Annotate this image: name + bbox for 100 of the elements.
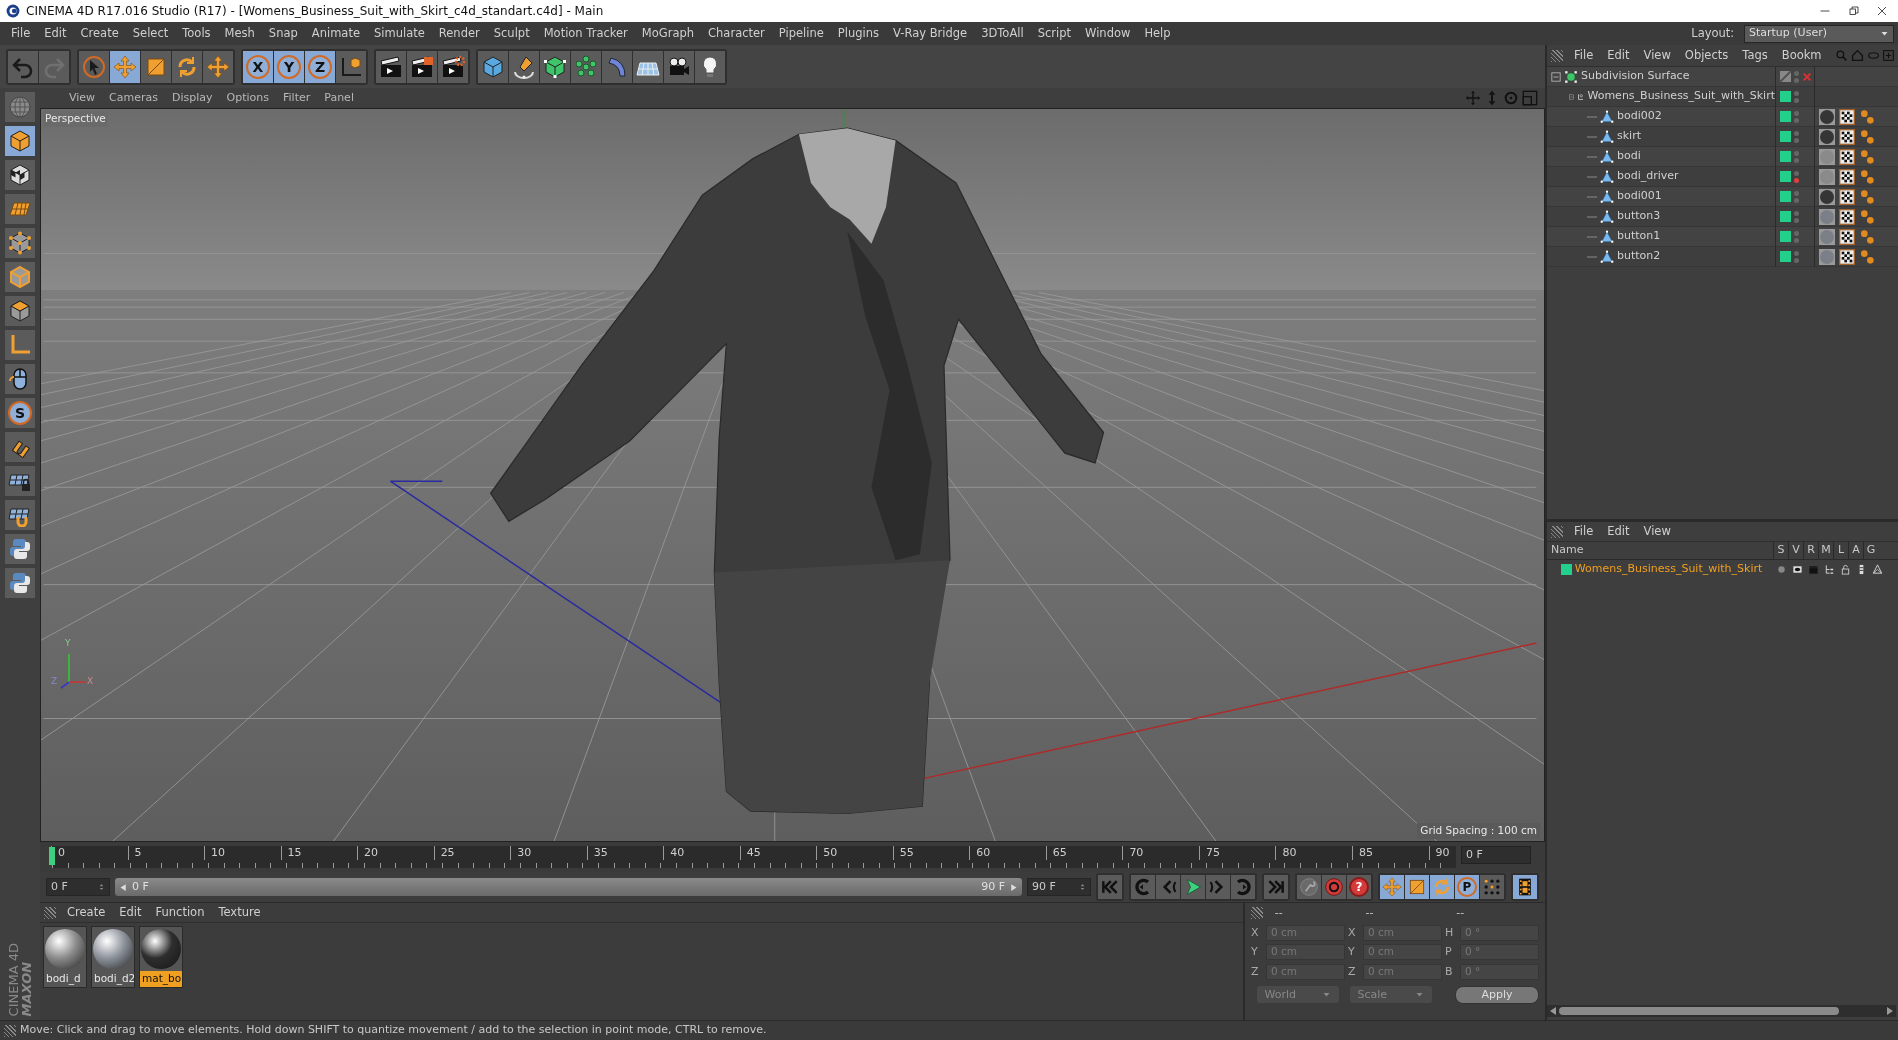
suit-model-drawing[interactable]	[489, 127, 1105, 815]
clapboard-icon[interactable]	[1807, 563, 1819, 575]
editor-visibility-dot[interactable]	[1794, 130, 1799, 136]
keyframe-selection-button[interactable]: ?	[1347, 875, 1371, 899]
dots-tag-icon[interactable]	[1859, 228, 1875, 245]
coordinate-system-button[interactable]	[336, 50, 366, 83]
left-arrow-icon[interactable]	[119, 882, 128, 892]
menu-item[interactable]: Options	[219, 89, 276, 107]
object-name[interactable]: button2	[1617, 248, 1661, 265]
viewport-camera-label[interactable]: Perspective	[43, 111, 108, 127]
layer-color-swatch[interactable]	[1780, 251, 1791, 262]
editor-visibility-dot[interactable]	[1794, 250, 1799, 256]
points-mode-button[interactable]	[5, 228, 35, 258]
object-mode-button[interactable]	[5, 126, 35, 156]
material-swatch[interactable]: mat_bo	[139, 926, 183, 988]
object-name[interactable]: button1	[1617, 228, 1661, 245]
menu-item[interactable]: Cameras	[102, 89, 165, 107]
object-name[interactable]: Womens_Business_Suit_with_Skirt	[1587, 88, 1775, 105]
record-keys-button[interactable]	[1297, 875, 1321, 899]
cloner-button[interactable]	[571, 50, 601, 83]
editor-visibility-dot[interactable]	[1794, 210, 1799, 216]
select-tool-button[interactable]	[79, 50, 109, 83]
menu-item[interactable]: File	[1567, 46, 1601, 65]
menu-item[interactable]: Mesh	[217, 24, 262, 43]
material-tag-icon[interactable]	[1819, 188, 1835, 205]
render-visibility-dot[interactable]	[1794, 197, 1799, 203]
python-script-button[interactable]	[5, 568, 35, 598]
render-visibility-dot[interactable]	[1794, 137, 1799, 143]
spinner-icon[interactable]	[98, 881, 105, 893]
texture-tag-icon[interactable]	[1839, 148, 1855, 165]
light-object-button[interactable]	[695, 50, 725, 83]
menu-item[interactable]: Display	[165, 89, 220, 107]
axis-lock-button[interactable]: Y	[274, 50, 304, 83]
axis-lock-button[interactable]: Z	[305, 50, 335, 83]
menu-item[interactable]: Simulate	[367, 24, 432, 43]
new-panel-icon[interactable]	[1882, 49, 1896, 62]
object-name[interactable]: button3	[1617, 208, 1661, 225]
collapse-icon[interactable]	[1569, 91, 1575, 102]
object-name[interactable]: bodi001	[1617, 188, 1662, 205]
eye-icon[interactable]	[1791, 563, 1803, 575]
material-tag-icon[interactable]	[1819, 208, 1835, 225]
menu-item[interactable]: View	[1636, 46, 1678, 65]
render-visibility-dot[interactable]	[1794, 117, 1799, 123]
undo-button[interactable]	[8, 50, 38, 83]
menu-item[interactable]: Edit	[1600, 522, 1637, 541]
home-icon[interactable]	[1850, 49, 1864, 62]
scale-tool-button[interactable]	[1405, 875, 1429, 899]
menu-item[interactable]: View	[1636, 522, 1678, 541]
dots-tag-icon[interactable]	[1859, 248, 1875, 265]
texture-tag-icon[interactable]	[1839, 128, 1855, 145]
menu-item[interactable]: Tools	[175, 24, 218, 43]
material-tag-icon[interactable]	[1819, 168, 1835, 185]
layer-color-swatch[interactable]	[1780, 191, 1791, 202]
panel-grip[interactable]	[1551, 49, 1563, 62]
orbit-icon[interactable]	[1503, 90, 1519, 106]
editor-visibility-dot[interactable]	[1794, 170, 1799, 176]
menu-item[interactable]: Create	[60, 903, 113, 922]
record-pla-button[interactable]	[1480, 875, 1504, 899]
right-arrow-icon[interactable]	[1009, 882, 1018, 892]
play-button[interactable]	[1181, 875, 1205, 899]
snap-button[interactable]	[5, 432, 35, 462]
layer-color-swatch[interactable]	[1780, 171, 1791, 182]
menu-item[interactable]: Filter	[276, 89, 318, 107]
menu-item[interactable]: File	[1567, 522, 1601, 541]
autokeying-button[interactable]	[1322, 875, 1346, 899]
render-visibility-dot[interactable]	[1794, 77, 1799, 83]
layer-color-swatch[interactable]	[1780, 211, 1791, 222]
texture-tag-icon[interactable]	[1839, 228, 1855, 245]
menu-item[interactable]: 3DToAll	[974, 24, 1031, 43]
material-tag-icon[interactable]	[1819, 248, 1835, 265]
menu-item[interactable]: Function	[148, 903, 212, 922]
material-tag-icon[interactable]	[1819, 148, 1835, 165]
object-name[interactable]: skirt	[1617, 128, 1641, 145]
texture-tag-icon[interactable]	[1839, 208, 1855, 225]
menu-item[interactable]: MoGraph	[634, 24, 702, 43]
menu-item[interactable]: Sculpt	[486, 24, 537, 43]
layout-dropdown[interactable]: Startup (User)	[1744, 24, 1894, 43]
axis-lock-button[interactable]: X	[243, 50, 273, 83]
lock-icon[interactable]	[1839, 563, 1851, 575]
current-frame-field[interactable]: 0 F	[1461, 846, 1531, 864]
search-icon[interactable]	[1835, 49, 1848, 62]
render-picture-button[interactable]	[407, 50, 437, 83]
next-key-button[interactable]	[1231, 875, 1255, 899]
floor-object-button[interactable]	[633, 50, 663, 83]
panel-grip[interactable]	[1551, 525, 1563, 538]
layer-color-swatch[interactable]	[1780, 111, 1791, 122]
texture-tag-icon[interactable]	[1839, 108, 1855, 125]
menu-item[interactable]: Pipeline	[771, 24, 831, 43]
generator-icon[interactable]	[1871, 563, 1883, 575]
material-swatch[interactable]: bodi_d2	[91, 926, 135, 988]
record-parameters-button[interactable]: P	[1455, 875, 1479, 899]
menu-item[interactable]: Plugins	[830, 24, 887, 43]
material-tag-icon[interactable]	[1819, 128, 1835, 145]
menu-item[interactable]: Objects	[1677, 46, 1736, 65]
menu-item[interactable]: Snap	[261, 24, 305, 43]
camera-object-button[interactable]	[664, 50, 694, 83]
layer-color-swatch[interactable]	[1780, 91, 1791, 102]
maximize-icon[interactable]	[1522, 90, 1538, 106]
dots-tag-icon[interactable]	[1859, 148, 1875, 165]
editor-visibility-dot[interactable]	[1794, 190, 1799, 196]
